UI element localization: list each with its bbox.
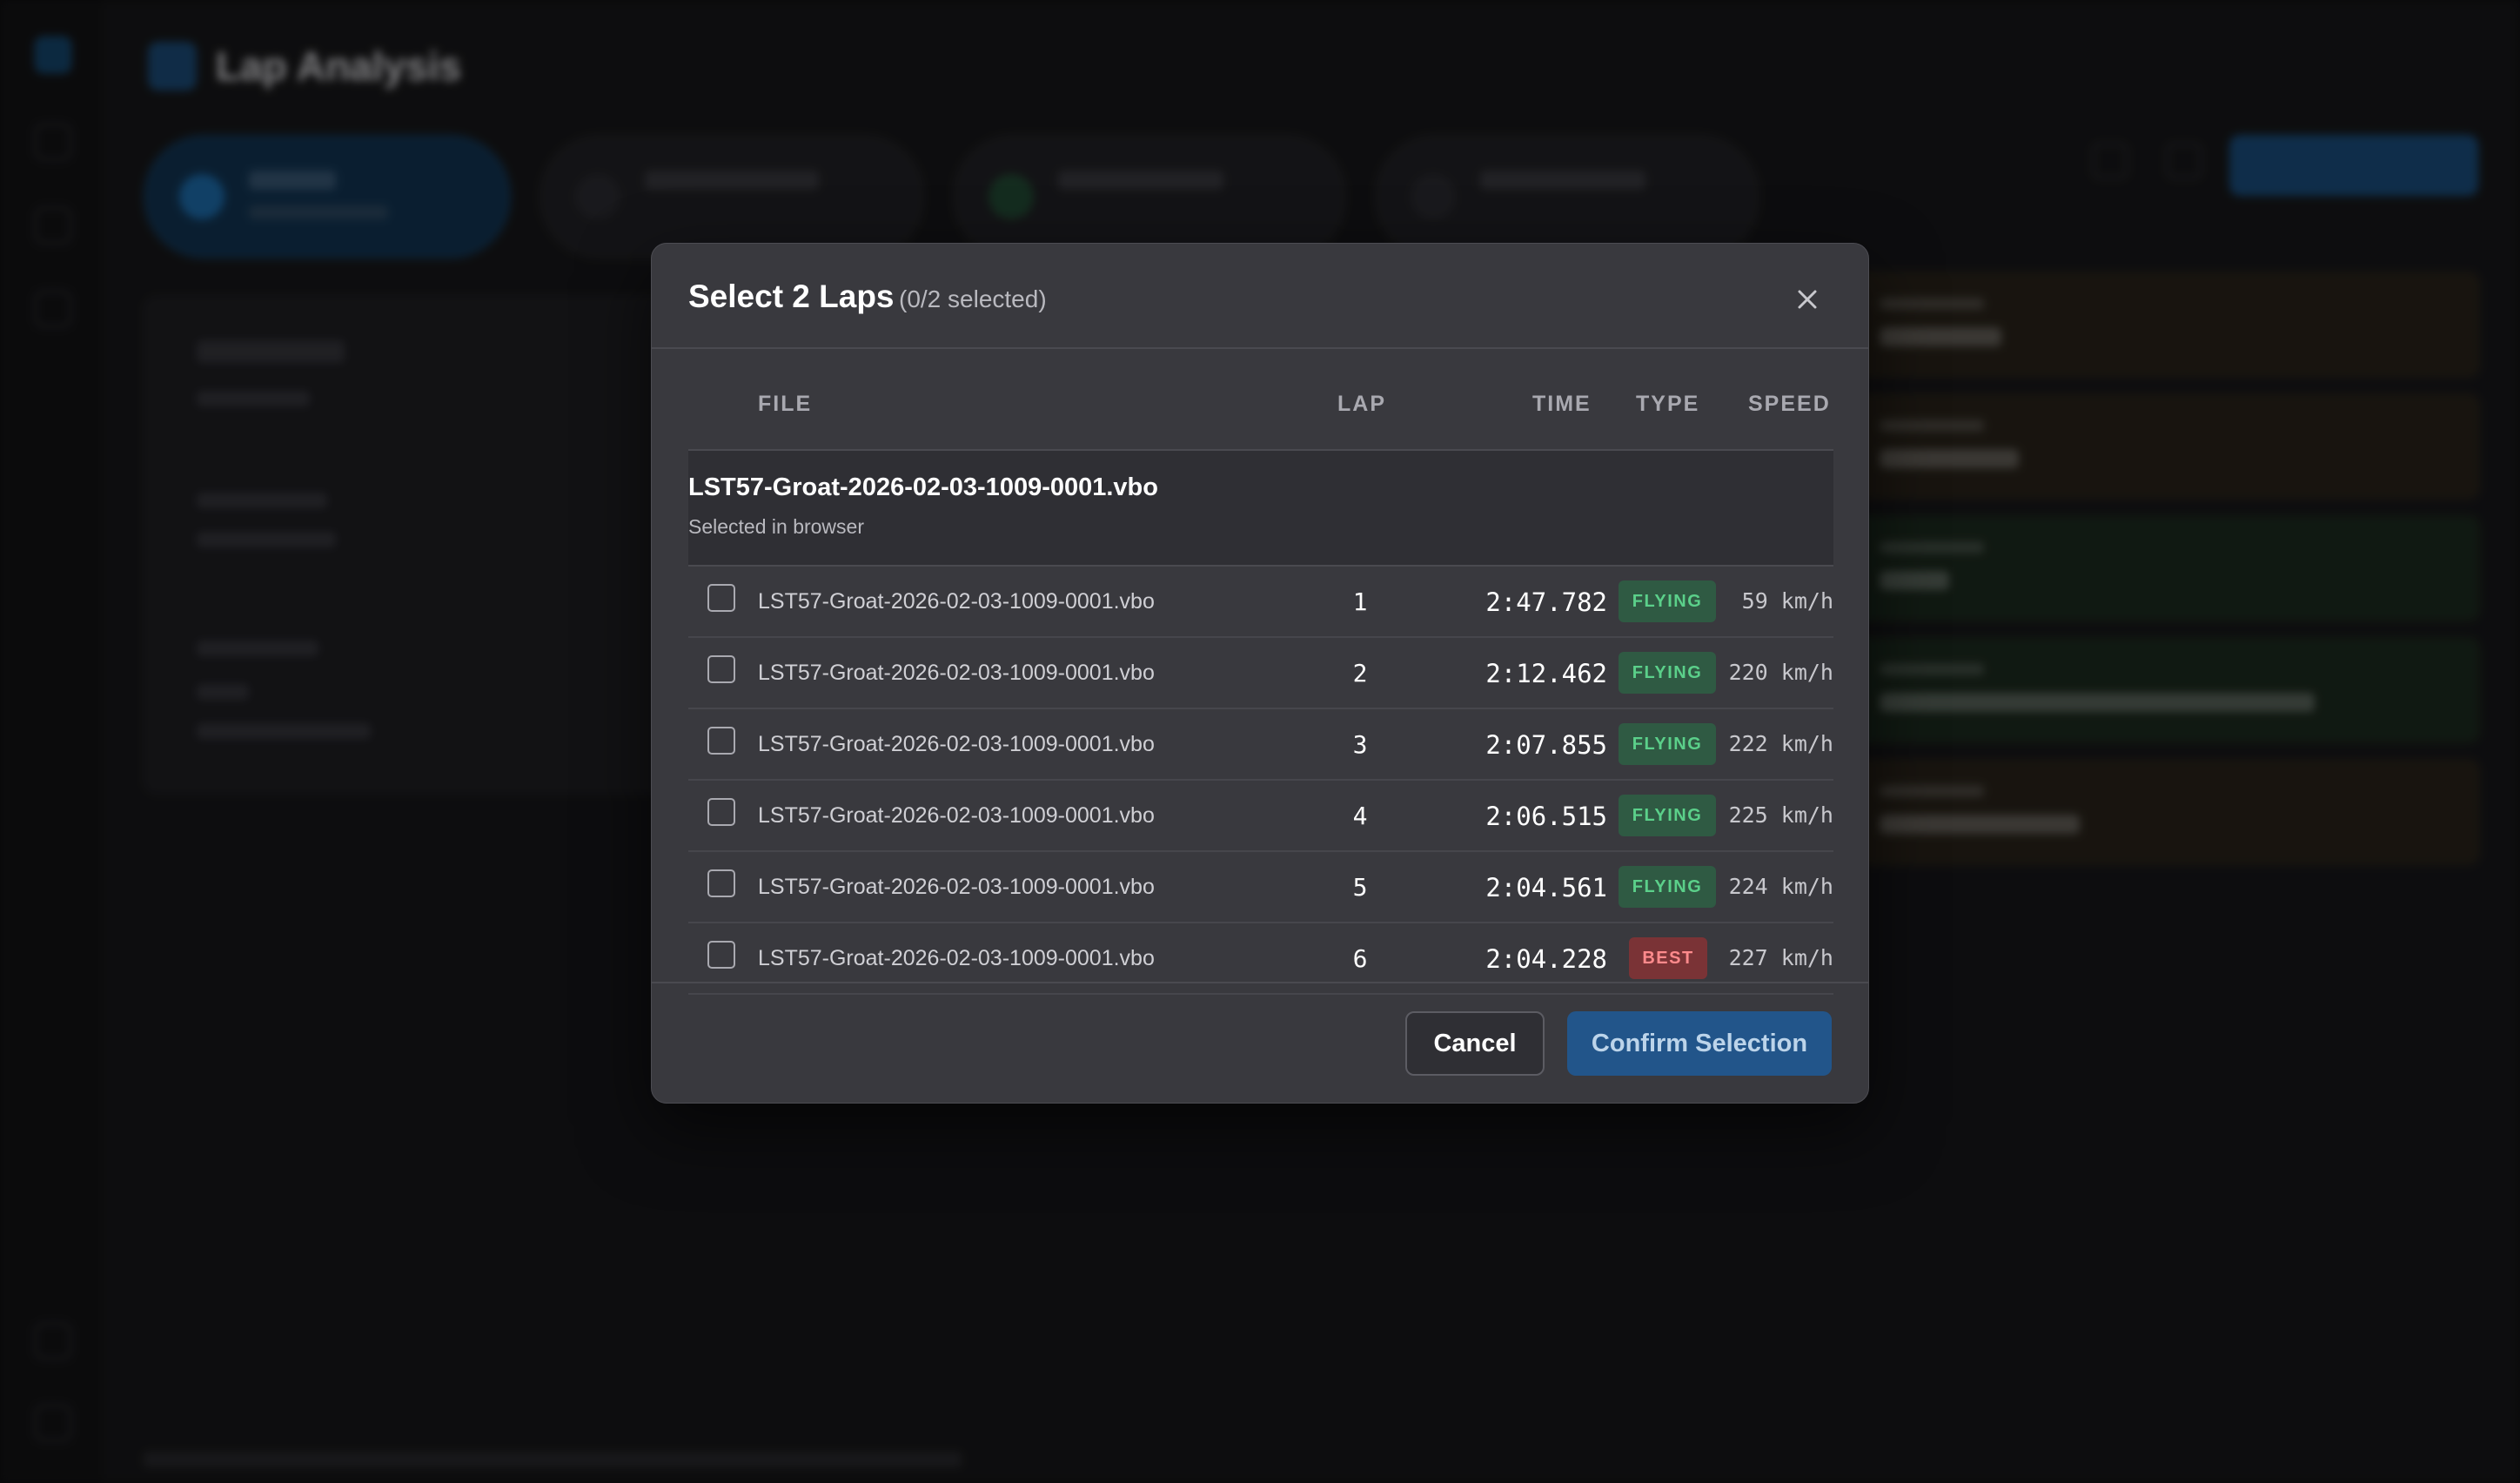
row-time: 2:04.561 — [1485, 873, 1607, 903]
table-row[interactable]: LST57-Groat-2026-02-03-1009-0001.vbo 4 2… — [688, 781, 1833, 852]
row-speed: 59 km/h — [1741, 588, 1833, 614]
column-header-type: TYPE — [1636, 392, 1700, 416]
group-file-name: LST57-Groat-2026-02-03-1009-0001.vbo — [688, 473, 1158, 501]
dialog-footer: Cancel Confirm Selection — [652, 982, 1868, 1103]
lap-checkbox[interactable] — [707, 655, 735, 683]
select-laps-dialog: Select 2 Laps (0/2 selected) FILE LAP TI… — [651, 243, 1869, 1104]
table-header: FILE LAP TIME TYPE SPEED — [688, 349, 1833, 451]
lap-checkbox[interactable] — [707, 798, 735, 826]
table-row[interactable]: LST57-Groat-2026-02-03-1009-0001.vbo 5 2… — [688, 852, 1833, 923]
confirm-selection-button[interactable]: Confirm Selection — [1567, 1011, 1832, 1076]
row-time: 2:07.855 — [1485, 730, 1607, 760]
row-speed: 222 km/h — [1728, 731, 1833, 756]
column-header-lap: LAP — [1337, 392, 1386, 416]
lap-checkbox[interactable] — [707, 584, 735, 612]
close-icon — [1798, 290, 1817, 309]
table-row[interactable]: LST57-Groat-2026-02-03-1009-0001.vbo 1 2… — [688, 567, 1833, 638]
selection-count: (0/2 selected) — [899, 285, 1047, 312]
lap-checkbox[interactable] — [707, 869, 735, 897]
row-speed: 224 km/h — [1728, 874, 1833, 899]
column-header-file: FILE — [758, 392, 813, 416]
laps-table: FILE LAP TIME TYPE SPEED LST57-Groat-202… — [688, 349, 1833, 995]
row-time: 2:04.228 — [1485, 944, 1607, 974]
lap-checkbox[interactable] — [707, 941, 735, 969]
dialog-title: Select 2 Laps — [688, 278, 895, 314]
row-file: LST57-Groat-2026-02-03-1009-0001.vbo — [758, 661, 1155, 685]
column-header-time: TIME — [1532, 392, 1592, 416]
row-file: LST57-Groat-2026-02-03-1009-0001.vbo — [758, 732, 1155, 756]
cancel-button[interactable]: Cancel — [1405, 1011, 1545, 1076]
file-group-header: LST57-Groat-2026-02-03-1009-0001.vbo Sel… — [688, 451, 1833, 567]
table-row[interactable]: LST57-Groat-2026-02-03-1009-0001.vbo 2 2… — [688, 638, 1833, 709]
row-speed: 227 km/h — [1728, 945, 1833, 970]
table-row[interactable]: LST57-Groat-2026-02-03-1009-0001.vbo 3 2… — [688, 709, 1833, 781]
row-file: LST57-Groat-2026-02-03-1009-0001.vbo — [758, 803, 1155, 828]
row-time: 2:12.462 — [1485, 659, 1607, 688]
row-time: 2:06.515 — [1485, 802, 1607, 831]
close-button[interactable] — [1790, 282, 1825, 317]
row-file: LST57-Groat-2026-02-03-1009-0001.vbo — [758, 875, 1155, 899]
row-speed: 225 km/h — [1728, 802, 1833, 828]
dialog-header: Select 2 Laps (0/2 selected) — [652, 244, 1868, 349]
row-file: LST57-Groat-2026-02-03-1009-0001.vbo — [758, 589, 1155, 614]
row-speed: 220 km/h — [1728, 660, 1833, 685]
group-subtitle: Selected in browser — [688, 515, 864, 538]
lap-checkbox[interactable] — [707, 727, 735, 755]
column-header-speed: SPEED — [1748, 392, 1831, 416]
row-time: 2:47.782 — [1485, 587, 1607, 617]
row-file: LST57-Groat-2026-02-03-1009-0001.vbo — [758, 946, 1155, 970]
